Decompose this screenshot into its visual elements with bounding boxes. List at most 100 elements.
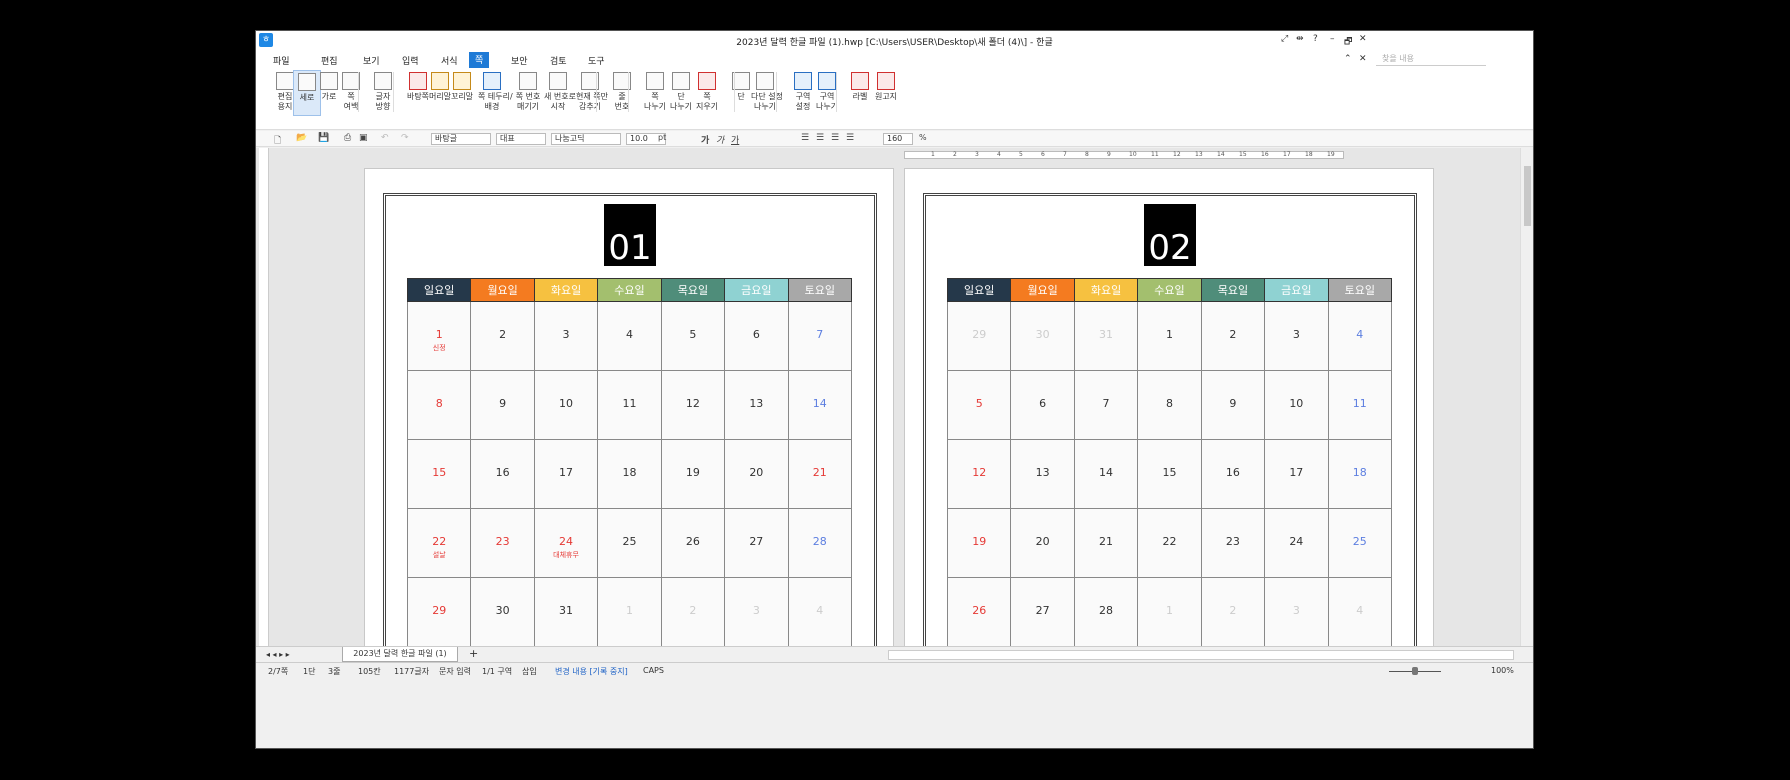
calendar-day-cell[interactable]: 13	[1010, 439, 1075, 509]
calendar-day-cell[interactable]: 8	[1137, 370, 1202, 440]
calendar-day-cell[interactable]: 19	[660, 439, 726, 509]
calendar-day-cell[interactable]: 5	[946, 370, 1012, 440]
calendar-day-cell[interactable]: 10	[1264, 370, 1329, 440]
undo-icon[interactable]: ↶	[381, 133, 389, 143]
calendar-day-cell[interactable]: 4	[1327, 577, 1393, 646]
calendar-day-cell[interactable]: 6	[1010, 370, 1075, 440]
bold-button[interactable]: 가	[701, 133, 709, 146]
menu-format[interactable]: 서식	[441, 54, 458, 67]
document-tab[interactable]: 2023년 달력 한글 파일 (1)	[342, 647, 458, 662]
calendar-day-cell[interactable]: 21	[1073, 508, 1139, 578]
ribbon-line-number-button[interactable]: 줄 번호	[608, 70, 636, 112]
menu-file[interactable]: 파일	[273, 54, 290, 67]
redo-icon[interactable]: ↷	[401, 133, 409, 143]
calendar-day-cell[interactable]: 1	[1137, 301, 1202, 371]
calendar-day-cell[interactable]: 10	[533, 370, 599, 440]
add-tab-button[interactable]: +	[469, 647, 478, 660]
menu-insert[interactable]: 입력	[402, 54, 419, 67]
calendar-day-cell[interactable]: 31	[1073, 301, 1139, 371]
print-icon[interactable]: ⎙	[344, 133, 351, 143]
calendar-day-cell[interactable]: 4	[787, 577, 853, 646]
document-area[interactable]: 1 2 3 4 5 6 7 8 9 10 11 12 13 14 15 16 17 18 19 01 일요일 월요일 화…	[256, 148, 1520, 646]
calendar-day-cell[interactable]: 25	[597, 508, 662, 578]
scroll-thumb[interactable]	[1524, 166, 1531, 226]
calendar-day-cell[interactable]: 14	[1073, 439, 1139, 509]
split-icon[interactable]: ⇹	[1296, 34, 1304, 44]
ribbon-page-border-button[interactable]: 쪽 테두리/ 배경	[478, 70, 513, 112]
italic-button[interactable]: 가	[716, 133, 724, 146]
calendar-day-cell[interactable]: 1	[1137, 577, 1202, 646]
font-select[interactable]: 나눔고딕	[551, 133, 621, 145]
menu-tools[interactable]: 도구	[588, 54, 605, 67]
save-icon[interactable]: 💾	[318, 133, 329, 143]
calendar-day-cell[interactable]: 11	[1327, 370, 1393, 440]
menu-view[interactable]: 보기	[363, 54, 380, 67]
calendar-day-cell[interactable]: 5	[660, 301, 726, 371]
calendar-day-cell[interactable]: 4	[597, 301, 662, 371]
align-center-icon[interactable]: ☰	[816, 133, 824, 143]
minimize-button[interactable]: –	[1330, 34, 1335, 44]
calendar-day-cell[interactable]: 23	[1200, 508, 1266, 578]
calendar-day-cell[interactable]: 6	[724, 301, 789, 371]
calendar-day-cell[interactable]: 26	[660, 508, 726, 578]
calendar-day-cell[interactable]: 30	[1010, 301, 1075, 371]
horizontal-scrollbar[interactable]	[888, 650, 1514, 660]
menu-security[interactable]: 보안	[511, 54, 528, 67]
new-doc-icon[interactable]: 🗋	[274, 133, 281, 149]
ribbon-new-number-button[interactable]: 새 번호로 시작	[544, 70, 576, 112]
status-item[interactable]: 문자 입력	[439, 666, 471, 677]
calendar-day-cell[interactable]: 16	[470, 439, 535, 509]
align-left-icon[interactable]: ☰	[801, 133, 809, 143]
calendar-day-cell[interactable]: 20	[724, 439, 789, 509]
preview-icon[interactable]: ▣	[359, 133, 368, 143]
calendar-day-cell[interactable]: 19	[946, 508, 1012, 578]
calendar-day-cell[interactable]: 18	[1327, 439, 1393, 509]
style-select[interactable]: 바탕글	[431, 133, 491, 145]
calendar-day-cell[interactable]: 28	[1073, 577, 1139, 646]
collapse-ribbon-icon[interactable]: ⌃	[1344, 54, 1352, 64]
open-icon[interactable]: 📂	[296, 133, 307, 143]
calendar-day-cell[interactable]: 27	[1010, 577, 1075, 646]
ribbon-multi-column-button[interactable]: 다단 설정 나누기	[751, 70, 783, 112]
language-select[interactable]: 대표	[496, 133, 546, 145]
calendar-day-cell[interactable]: 11	[597, 370, 662, 440]
calendar-day-cell[interactable]: 7	[787, 301, 853, 371]
ribbon-hide-page-button[interactable]: 현재 쪽만 감추기	[576, 70, 608, 112]
ribbon-label-button[interactable]: 라벨	[846, 70, 874, 102]
ribbon-page-number-button[interactable]: 쪽 번호 매기기	[514, 70, 542, 112]
calendar-day-cell[interactable]: 26	[946, 577, 1012, 646]
calendar-day-cell[interactable]: 28	[787, 508, 853, 578]
calendar-day-cell[interactable]: 29	[946, 301, 1012, 371]
status-item[interactable]: 변경 내용 [기록 중지]	[555, 666, 628, 677]
calendar-day-cell[interactable]: 12	[946, 439, 1012, 509]
fullscreen-icon[interactable]: ⤢	[1281, 34, 1288, 44]
close-button[interactable]: ✕	[1359, 34, 1367, 44]
calendar-day-cell[interactable]: 22	[1137, 508, 1202, 578]
calendar-day-cell[interactable]: 9	[470, 370, 535, 440]
calendar-day-cell[interactable]: 15	[1137, 439, 1202, 509]
menu-review[interactable]: 검토	[550, 54, 567, 67]
calendar-day-cell[interactable]: 1 신정	[406, 301, 472, 371]
calendar-day-cell[interactable]: 17	[533, 439, 599, 509]
zoom-input[interactable]: 160	[883, 133, 913, 145]
calendar-day-cell[interactable]: 1	[597, 577, 662, 646]
calendar-day-cell[interactable]: 16	[1200, 439, 1266, 509]
calendar-day-cell[interactable]: 4	[1327, 301, 1393, 371]
calendar-day-cell[interactable]: 20	[1010, 508, 1075, 578]
restore-button[interactable]: 🗗	[1344, 34, 1352, 50]
ribbon-margin-button[interactable]: 쪽 여백	[337, 70, 365, 112]
help-icon[interactable]: ?	[1313, 34, 1318, 44]
calendar-day-cell[interactable]: 3	[1264, 301, 1329, 371]
calendar-day-cell[interactable]: 12	[660, 370, 726, 440]
ribbon-manuscript-button[interactable]: 원고지	[872, 70, 900, 102]
calendar-day-cell[interactable]: 27	[724, 508, 789, 578]
zoom-slider-knob[interactable]	[1412, 667, 1418, 675]
vertical-scrollbar[interactable]	[1520, 148, 1533, 646]
ribbon-page-break-button[interactable]: 쪽 나누기	[641, 70, 669, 112]
calendar-day-cell[interactable]: 15	[406, 439, 472, 509]
calendar-day-cell[interactable]: 9	[1200, 370, 1266, 440]
ribbon-delete-page-button[interactable]: 쪽 지우기	[693, 70, 721, 112]
calendar-day-cell[interactable]: 2	[1200, 301, 1266, 371]
menu-edit[interactable]: 편집	[321, 54, 338, 67]
calendar-day-cell[interactable]: 24	[1264, 508, 1329, 578]
